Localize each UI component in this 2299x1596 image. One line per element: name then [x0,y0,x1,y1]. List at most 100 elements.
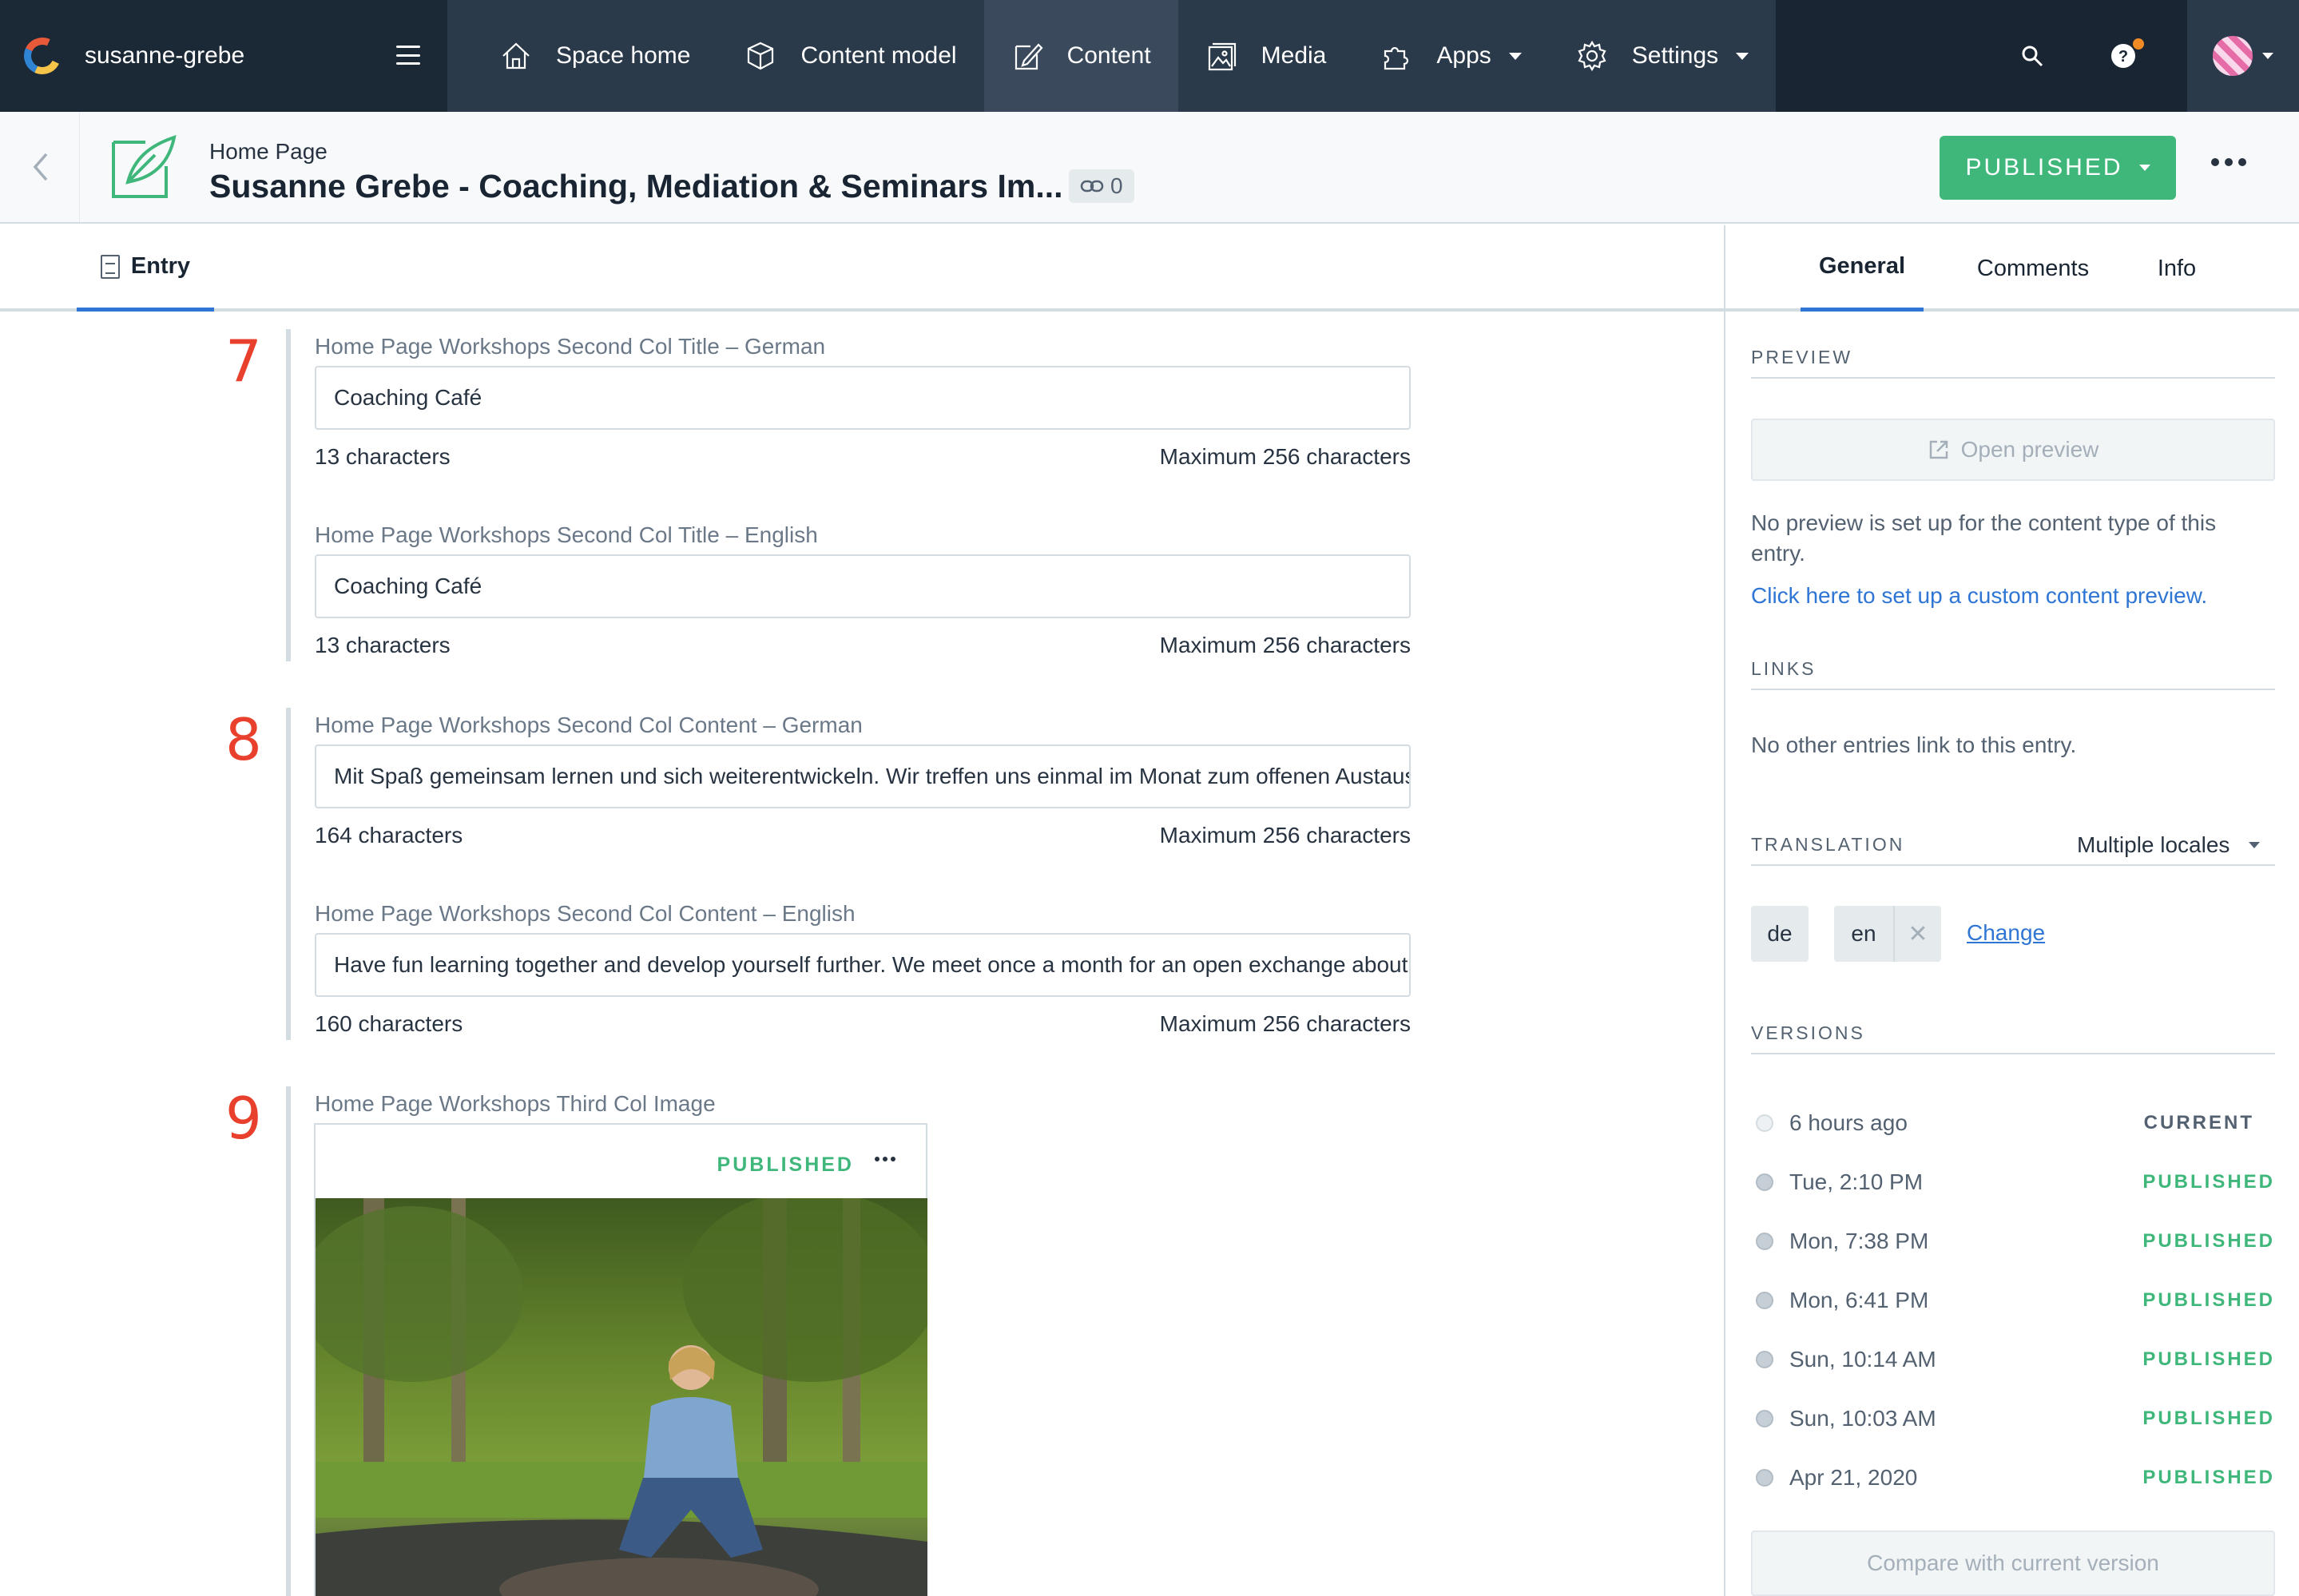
version-row[interactable]: Tue, 2:10 PM PUBLISHED [1756,1166,2275,1198]
space-switcher[interactable]: susanne-grebe [0,0,447,112]
version-status: PUBLISHED [2142,1289,2275,1311]
change-locales-link[interactable]: Change [1967,920,2045,946]
asset-card[interactable]: PUBLISHED [314,1123,927,1596]
text-field-de[interactable]: Coaching Café [315,366,1411,430]
sidebar-divider [1724,225,1725,1596]
text-field-en[interactable]: Coaching Café [315,554,1411,618]
locale-mode-select[interactable]: Multiple locales [2077,832,2261,858]
svg-text:?: ? [2118,48,2128,66]
tab-info[interactable]: Info [2149,225,2205,312]
close-icon[interactable]: ✕ [1893,906,1941,962]
space-name: susanne-grebe [85,42,245,69]
version-row[interactable]: Sun, 10:03 AM PUBLISHED [1756,1403,2275,1435]
compare-version-button[interactable]: Compare with current version [1751,1530,2275,1596]
field-label: Home Page Workshops Third Col Image [315,1091,716,1116]
text-field-en[interactable]: Have fun learning together and develop y… [315,933,1411,997]
nav-content[interactable]: Content [983,0,1178,112]
text-field-de[interactable]: Mit Spaß gemeinsam lernen und sich weite… [315,744,1411,808]
asset-photo [316,1198,927,1596]
asset-more-icon[interactable] [875,1157,895,1161]
version-date: Mon, 6:41 PM [1789,1288,1929,1312]
entry-title: Susanne Grebe - Coaching, Mediation & Se… [209,168,1063,204]
field-label: Home Page Workshops Second Col Content –… [315,713,863,737]
content-type-icon [110,134,179,200]
top-right-actions: ? [2016,0,2299,112]
nav-apps[interactable]: Apps [1353,0,1549,112]
radio-button[interactable] [1756,1173,1773,1191]
nav-settings[interactable]: Settings [1548,0,1777,112]
field-label: Home Page Workshops Second Col Content –… [315,901,856,926]
divider [1751,1053,2275,1054]
back-button[interactable] [0,112,80,222]
open-preview-label: Open preview [1960,437,2099,462]
field-number: 9 [225,1085,262,1152]
version-date: Sun, 10:14 AM [1789,1347,1936,1372]
radio-button[interactable] [1756,1410,1773,1427]
version-row[interactable]: Sun, 10:14 AM PUBLISHED [1756,1344,2275,1376]
version-row[interactable]: Mon, 7:38 PM PUBLISHED [1756,1225,2275,1257]
chevron-down-icon [2249,842,2261,848]
translation-heading: TRANSLATION [1751,834,1905,855]
radio-button[interactable] [1756,1351,1773,1368]
main-nav: Space home Content model Content Media A… [447,0,1777,112]
tab-general[interactable]: General [1801,225,1924,312]
chevron-left-icon [33,153,47,181]
asset-status-badge: PUBLISHED [717,1153,854,1176]
version-date: 6 hours ago [1789,1110,1908,1135]
search-icon[interactable] [2016,40,2048,72]
char-max: Maximum 256 characters [1159,1011,1411,1036]
version-date: Apr 21, 2020 [1789,1465,1918,1490]
char-count: 160 characters [315,1011,463,1036]
publish-status-label: PUBLISHED [1965,154,2123,181]
chevron-down-icon [1508,52,1522,60]
nav-label: Apps [1436,42,1491,69]
open-preview-button[interactable]: Open preview [1751,419,2275,481]
chevron-down-icon [1736,52,1749,60]
field-number: 8 [225,706,262,773]
publish-status-button[interactable]: PUBLISHED [1940,136,2176,200]
sidebar-tabs: General Comments Info [1725,225,2299,312]
chevron-down-icon [2262,53,2273,59]
nav-space-home[interactable]: Space home [447,0,718,112]
tab-comments[interactable]: Comments [1965,225,2101,312]
links-text: No other entries link to this entry. [1751,732,2077,757]
menu-icon[interactable] [396,46,420,65]
preview-heading: PREVIEW [1751,347,1853,367]
incoming-links-badge[interactable]: 0 [1069,169,1134,203]
account-menu[interactable] [2187,0,2299,112]
divider [1751,864,2275,866]
version-row[interactable]: 6 hours ago CURRENT [1756,1107,2275,1139]
no-preview-text: No preview is set up for the content typ… [1751,510,2217,566]
help-icon[interactable]: ? [2107,38,2144,72]
content-type-name: Home Page [209,139,328,164]
radio-button[interactable] [1756,1114,1773,1132]
radio-button[interactable] [1756,1469,1773,1487]
version-date: Tue, 2:10 PM [1789,1169,1924,1194]
nav-media[interactable]: Media [1177,0,1354,112]
notification-dot [2133,38,2144,50]
version-row[interactable]: Mon, 6:41 PM PUBLISHED [1756,1284,2275,1316]
field-number: 7 [225,328,262,395]
char-count: 164 characters [315,823,463,848]
link-icon [1080,180,1104,193]
field-group-7 [286,329,291,661]
home-icon [500,40,532,72]
editor-tabs: Entry [0,225,1724,312]
version-row[interactable]: Apr 21, 2020 PUBLISHED [1756,1462,2275,1494]
locale-pill-de: de [1751,906,1809,962]
char-count: 13 characters [315,444,451,469]
more-actions-icon[interactable] [2211,158,2246,166]
custom-preview-link[interactable]: Click here to set up a custom content pr… [1751,583,2207,609]
puzzle-icon [1380,40,1412,72]
tab-entry[interactable]: Entry [77,225,214,312]
char-max: Maximum 256 characters [1159,633,1411,657]
version-date: Mon, 7:38 PM [1789,1229,1929,1253]
nav-content-model[interactable]: Content model [717,0,984,112]
radio-button[interactable] [1756,1233,1773,1250]
contentful-logo [18,32,66,80]
avatar [2213,36,2253,76]
radio-button[interactable] [1756,1292,1773,1309]
char-count: 13 characters [315,633,451,657]
gear-icon [1576,40,1608,72]
field-group-9 [286,1086,291,1596]
